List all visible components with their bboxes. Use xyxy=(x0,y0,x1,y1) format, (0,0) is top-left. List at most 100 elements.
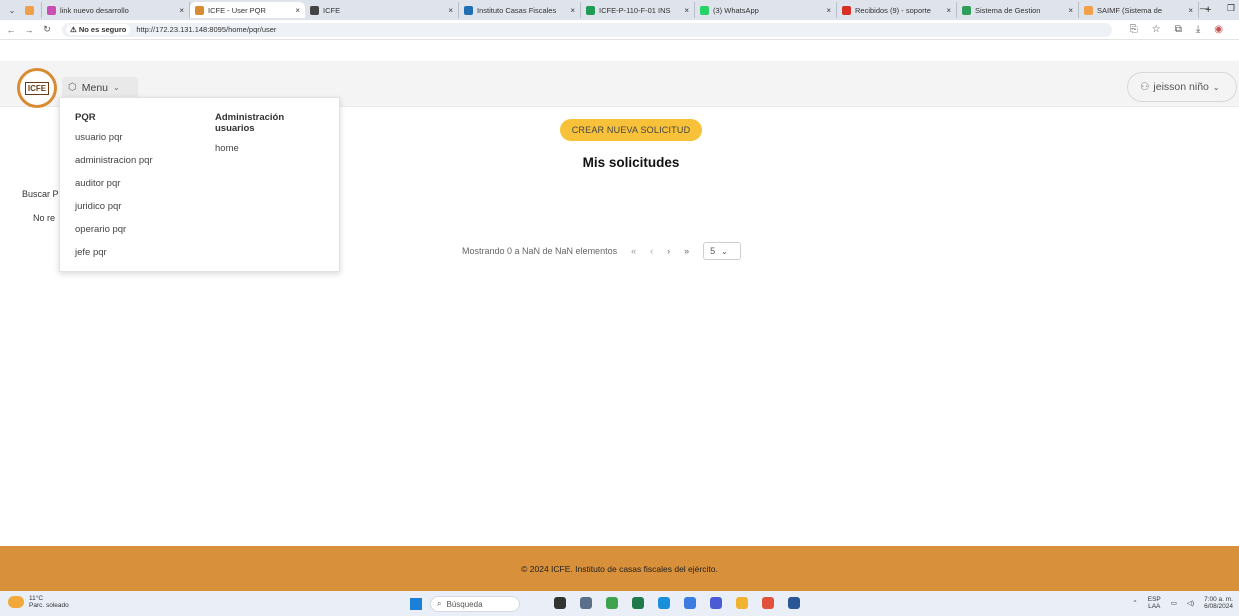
next-page-button[interactable]: › xyxy=(667,246,670,256)
tab-title: ICFE - User PQR xyxy=(208,5,266,15)
taskbar-app-icon[interactable] xyxy=(658,597,670,609)
no-results-text: No re xyxy=(33,213,56,223)
tray-chevron-icon[interactable]: ⌃ xyxy=(1132,599,1137,607)
pqr-menu-column: PQR usuario pqr administracion pqr auditor… xyxy=(75,112,153,270)
menu-item[interactable]: juridico pqr xyxy=(75,201,153,212)
taskbar-app-icon[interactable] xyxy=(684,597,696,609)
browser-tab[interactable]: Instituto Casas Fiscales × xyxy=(459,2,581,18)
bookmark-star-icon[interactable]: ☆ xyxy=(1152,24,1161,35)
tab-close-icon[interactable]: × xyxy=(175,6,184,15)
menu-item[interactable]: usuario pqr xyxy=(75,132,153,143)
extensions-icon[interactable]: ⧉ xyxy=(1175,24,1182,35)
taskbar-app-icon[interactable] xyxy=(554,597,566,609)
tab-title: Sistema de Gestion xyxy=(975,5,1041,15)
menu-item[interactable]: jefe pqr xyxy=(75,247,153,258)
omnibox[interactable]: ⚠ No es seguro http://172.23.131.148:809… xyxy=(62,22,1112,37)
tab-close-icon[interactable]: × xyxy=(1064,6,1073,15)
clock[interactable]: 7:00 a. m. 6/08/2024 xyxy=(1204,596,1233,610)
tab-close-icon[interactable]: × xyxy=(291,6,300,15)
profile-icon[interactable]: ◉ xyxy=(1214,24,1223,35)
tab-favicon-icon xyxy=(47,5,56,15)
tab-close-icon[interactable]: × xyxy=(822,6,831,15)
menu-label: Menu xyxy=(81,81,108,94)
browser-tab[interactable]: ICFE × xyxy=(305,2,459,18)
taskbar-app-icon[interactable] xyxy=(606,597,618,609)
security-indicator[interactable]: ⚠ No es seguro xyxy=(66,24,131,35)
tab-title: Recibidos (9) - soporte xyxy=(855,5,931,15)
page-footer: © 2024 ICFE. Instituto de casas fiscales… xyxy=(0,546,1239,591)
page-title: Mis solicitudes xyxy=(582,155,680,170)
taskbar-app-icon[interactable] xyxy=(788,597,800,609)
network-icon[interactable]: ▭ xyxy=(1171,599,1177,607)
browser-tab[interactable]: Recibidos (9) - soporte × xyxy=(837,2,957,18)
menu-item[interactable]: administracion pqr xyxy=(75,155,153,166)
menu-item[interactable]: auditor pqr xyxy=(75,178,153,189)
taskbar-app-icon[interactable] xyxy=(762,597,774,609)
clock-date: 6/08/2024 xyxy=(1204,603,1233,610)
tab-title: Instituto Casas Fiscales xyxy=(477,5,557,15)
language-line2: LAA xyxy=(1148,603,1161,610)
prev-page-button[interactable]: ‹ xyxy=(650,246,653,256)
taskbar-app-icon[interactable] xyxy=(632,597,644,609)
menu-item[interactable]: home xyxy=(215,143,284,154)
taskbar-app-icon[interactable] xyxy=(710,597,722,609)
weather-widget[interactable]: 11°C Parc. soleado xyxy=(8,595,69,609)
chevron-down-icon: ⌄ xyxy=(721,246,728,256)
search-icon: ⌕ xyxy=(437,599,442,608)
menu-item[interactable]: operario pqr xyxy=(75,224,153,235)
windows-start-icon[interactable] xyxy=(410,598,422,610)
first-page-button[interactable]: « xyxy=(631,246,636,256)
reload-icon[interactable]: ↻ xyxy=(40,24,54,35)
pagination: Mostrando 0 a NaN de NaN elementos « ‹ ›… xyxy=(462,242,742,260)
browser-tab[interactable] xyxy=(20,2,42,18)
tab-title: SAIMF (Sistema de xyxy=(1097,5,1163,15)
last-page-button[interactable]: » xyxy=(684,246,689,256)
language-indicator[interactable]: ESP LAA xyxy=(1148,596,1161,610)
tab-title: ICFE xyxy=(323,5,341,15)
browser-tab[interactable]: (3) WhatsApp × xyxy=(695,2,837,18)
admin-heading-line1: Administración xyxy=(215,112,285,123)
tab-title: ICFE-P-110-F-01 INS xyxy=(599,5,671,15)
taskbar-app-icon[interactable] xyxy=(580,597,592,609)
back-icon[interactable]: ← xyxy=(4,25,18,35)
browser-tab[interactable]: Sistema de Gestion × xyxy=(957,2,1079,18)
security-label: No es seguro xyxy=(78,25,127,34)
tab-close-icon[interactable]: × xyxy=(942,6,951,15)
tab-close-icon[interactable]: × xyxy=(680,6,689,15)
icfe-logo[interactable]: ICFE xyxy=(17,68,57,108)
restore-icon[interactable]: ❐ xyxy=(1227,3,1235,14)
page-size-value: 5 xyxy=(710,246,716,256)
tab-close-icon[interactable]: × xyxy=(444,6,453,15)
tab-close-icon[interactable]: × xyxy=(1184,6,1193,15)
window-controls: — ❐ xyxy=(1200,3,1235,14)
tab-close-icon[interactable]: × xyxy=(566,6,575,15)
taskbar-app-icon[interactable] xyxy=(736,597,748,609)
minimize-icon[interactable]: — xyxy=(1200,3,1209,14)
tab-favicon-icon xyxy=(700,5,709,15)
tab-favicon-icon xyxy=(310,5,319,15)
tab-favicon-icon xyxy=(962,5,971,15)
chevron-down-icon: ⌄ xyxy=(1212,82,1220,92)
user-name: jeisson niño xyxy=(1153,81,1209,93)
taskbar-search[interactable]: ⌕ Búsqueda xyxy=(430,596,520,612)
weather-icon xyxy=(8,596,24,608)
tab-favicon-icon xyxy=(195,5,204,15)
logo-text: ICFE xyxy=(24,81,50,95)
tab-favicon-icon xyxy=(25,5,34,15)
download-icon[interactable]: ⤓ xyxy=(1196,24,1200,35)
forward-icon[interactable]: → xyxy=(22,25,36,35)
volume-icon[interactable]: ◁) xyxy=(1187,599,1194,607)
browser-tab[interactable]: link nuevo desarrollo × xyxy=(42,2,190,18)
browser-tab[interactable]: SAIMF (Sistema de × xyxy=(1079,2,1199,18)
tab-favicon-icon xyxy=(842,5,851,15)
url-text[interactable]: http://172.23.131.148:8095/home/pqr/user xyxy=(136,25,276,34)
browser-tab[interactable]: ICFE - User PQR × xyxy=(190,2,305,18)
user-menu-button[interactable]: ⚇ jeisson niño ⌄ xyxy=(1127,72,1237,102)
browser-tab[interactable]: ICFE-P-110-F-01 INS × xyxy=(581,2,695,18)
tab-search-chevron-icon[interactable]: ⌄ xyxy=(4,3,20,17)
cube-icon: ⬡ xyxy=(68,82,77,93)
create-request-button[interactable]: CREAR NUEVA SOLICITUD xyxy=(560,119,702,141)
menu-button[interactable]: ⬡ Menu ⌄ xyxy=(62,77,138,98)
translate-icon[interactable]: ⎘ xyxy=(1130,24,1138,35)
page-size-select[interactable]: 5 ⌄ xyxy=(703,242,742,260)
